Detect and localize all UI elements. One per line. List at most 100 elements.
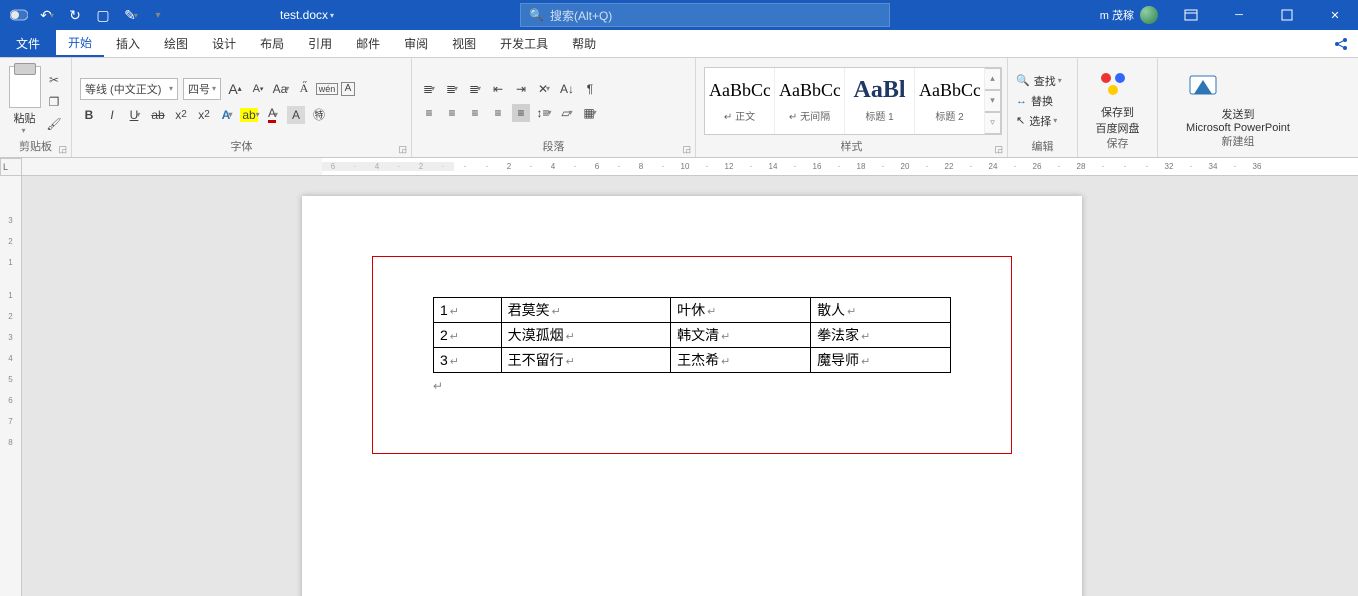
strikethrough-icon[interactable]: ab [149, 106, 167, 124]
autosave-toggle[interactable] [6, 2, 32, 28]
tab-insert[interactable]: 插入 [104, 30, 152, 57]
font-name-combo[interactable]: 等线 (中文正文)▾ [80, 78, 178, 100]
table-cell[interactable]: 韩文清↵ [671, 323, 811, 348]
style-heading2[interactable]: AaBbCc标题 2 [915, 68, 985, 134]
document-canvas[interactable]: 1↵君莫笑↵叶休↵散人↵2↵大漠孤烟↵韩文清↵拳法家↵3↵王不留行↵王杰希↵魔导… [22, 176, 1358, 596]
shrink-font-icon[interactable]: A▾ [249, 80, 267, 98]
table-row[interactable]: 2↵大漠孤烟↵韩文清↵拳法家↵ [434, 323, 951, 348]
cut-icon[interactable]: ✂ [45, 71, 63, 89]
clipboard-launcher-icon[interactable]: ◲ [58, 141, 67, 157]
redo-button[interactable]: ↻ [62, 2, 88, 28]
justify-icon[interactable]: ≡ [489, 104, 507, 122]
bullets-icon[interactable]: ≣▾ [420, 80, 438, 98]
tab-devtools[interactable]: 开发工具 [488, 30, 560, 57]
styles-scroll-down-icon[interactable]: ▾ [985, 90, 1001, 112]
account-name[interactable]: m 茂稼 [1092, 0, 1166, 30]
line-spacing-icon[interactable]: ↕≡▾ [535, 104, 553, 122]
styles-launcher-icon[interactable]: ◲ [994, 141, 1003, 157]
styles-scroll-up-icon[interactable]: ▴ [985, 68, 1001, 90]
subscript-icon[interactable]: x2 [172, 106, 190, 124]
borders-icon[interactable]: ▦▾ [581, 104, 599, 122]
send-to-ppt-button[interactable]: 发送到 Microsoft PowerPoint [1186, 70, 1290, 134]
table-cell[interactable]: 3↵ [434, 348, 502, 373]
table-cell[interactable]: 拳法家↵ [811, 323, 951, 348]
tab-layout[interactable]: 布局 [248, 30, 296, 57]
text-effects-icon[interactable]: A▾ [218, 106, 236, 124]
enclose-char-icon[interactable]: ㊕ [310, 106, 328, 124]
styles-gallery[interactable]: AaBbCc↵ 正文 AaBbCc↵ 无间隔 AaBl标题 1 AaBbCc标题… [704, 67, 1002, 135]
style-normal[interactable]: AaBbCc↵ 正文 [705, 68, 775, 134]
paste-button[interactable]: 粘贴 ▾ [8, 66, 41, 135]
tab-design[interactable]: 设计 [200, 30, 248, 57]
qat-more-icon[interactable]: ▾ [146, 2, 172, 28]
table-row[interactable]: 1↵君莫笑↵叶休↵散人↵ [434, 298, 951, 323]
table-cell[interactable]: 君莫笑↵ [501, 298, 671, 323]
align-left-icon[interactable]: ≡ [420, 104, 438, 122]
shading-icon[interactable]: ▱▾ [558, 104, 576, 122]
bold-icon[interactable]: B [80, 106, 98, 124]
char-border-icon[interactable]: A [341, 82, 355, 96]
style-nospacing[interactable]: AaBbCc↵ 无间隔 [775, 68, 845, 134]
distribute-icon[interactable]: ≡ [512, 104, 530, 122]
align-center-icon[interactable]: ≡ [443, 104, 461, 122]
superscript-icon[interactable]: x2 [195, 106, 213, 124]
underline-icon[interactable]: U▾ [126, 106, 144, 124]
asian-layout-icon[interactable]: ✕▾ [535, 80, 553, 98]
style-heading1[interactable]: AaBl标题 1 [845, 68, 915, 134]
table-cell[interactable]: 散人↵ [811, 298, 951, 323]
close-button[interactable]: ✕ [1312, 0, 1358, 30]
maximize-button[interactable] [1264, 0, 1310, 30]
save-icon[interactable]: ▢ [90, 2, 116, 28]
change-case-icon[interactable]: Aa▾ [272, 80, 290, 98]
tab-references[interactable]: 引用 [296, 30, 344, 57]
table-cell[interactable]: 叶休↵ [671, 298, 811, 323]
search-box[interactable]: 🔍 搜索(Alt+Q) [520, 3, 890, 27]
highlight-icon[interactable]: ab▾ [241, 106, 259, 124]
font-launcher-icon[interactable]: ◲ [398, 141, 407, 157]
table-cell[interactable]: 魔导师↵ [811, 348, 951, 373]
show-marks-icon[interactable]: ¶ [581, 80, 599, 98]
phonetic-guide-icon[interactable]: A̋ [295, 80, 313, 98]
tab-review[interactable]: 审阅 [392, 30, 440, 57]
numbering-icon[interactable]: ≣▾ [443, 80, 461, 98]
table-cell[interactable]: 2↵ [434, 323, 502, 348]
select-button[interactable]: ↖选择▾ [1016, 113, 1062, 129]
table-cell[interactable]: 王不留行↵ [501, 348, 671, 373]
align-right-icon[interactable]: ≡ [466, 104, 484, 122]
table-cell[interactable]: 大漠孤烟↵ [501, 323, 671, 348]
save-baidu-button[interactable]: 保存到 百度网盘 [1096, 68, 1140, 136]
touch-mode-icon[interactable]: ✎▾ [118, 2, 144, 28]
table-cell[interactable]: 王杰希↵ [671, 348, 811, 373]
undo-button[interactable]: ↶▾ [34, 2, 60, 28]
replace-button[interactable]: ↔替换 [1016, 93, 1062, 109]
tab-draw[interactable]: 绘图 [152, 30, 200, 57]
tab-view[interactable]: 视图 [440, 30, 488, 57]
decrease-indent-icon[interactable]: ⇤ [489, 80, 507, 98]
find-button[interactable]: 🔍查找▾ [1016, 73, 1062, 89]
sort-icon[interactable]: A↓ [558, 80, 576, 98]
increase-indent-icon[interactable]: ⇥ [512, 80, 530, 98]
paragraph-launcher-icon[interactable]: ◲ [682, 141, 691, 157]
ruler-vertical[interactable]: 32112345678 [0, 176, 22, 596]
tab-file[interactable]: 文件 [0, 30, 56, 57]
ribbon-display-icon[interactable] [1168, 0, 1214, 30]
ruler-horizontal[interactable]: 6·4·2···2·4·6·8·10·12·14·16·18·20·22·24·… [22, 158, 1358, 176]
font-size-combo[interactable]: 四号▾ [183, 78, 221, 100]
grow-font-icon[interactable]: A▴ [226, 80, 244, 98]
multilevel-icon[interactable]: ≣▾ [466, 80, 484, 98]
minimize-button[interactable]: ─ [1216, 0, 1262, 30]
share-button[interactable] [1324, 30, 1358, 57]
data-table[interactable]: 1↵君莫笑↵叶休↵散人↵2↵大漠孤烟↵韩文清↵拳法家↵3↵王不留行↵王杰希↵魔导… [433, 297, 951, 373]
table-row[interactable]: 3↵王不留行↵王杰希↵魔导师↵ [434, 348, 951, 373]
font-color-icon[interactable]: A▾ [264, 106, 282, 124]
styles-expand-icon[interactable]: ▿ [985, 112, 1001, 134]
clear-format-icon[interactable]: wén [318, 80, 336, 98]
tab-mail[interactable]: 邮件 [344, 30, 392, 57]
char-shading-icon[interactable]: A [287, 106, 305, 124]
tab-help[interactable]: 帮助 [560, 30, 608, 57]
tab-home[interactable]: 开始 [56, 30, 104, 57]
format-painter-icon[interactable]: 🖌 [45, 115, 63, 133]
copy-icon[interactable]: ❐ [45, 93, 63, 111]
italic-icon[interactable]: I [103, 106, 121, 124]
table-cell[interactable]: 1↵ [434, 298, 502, 323]
